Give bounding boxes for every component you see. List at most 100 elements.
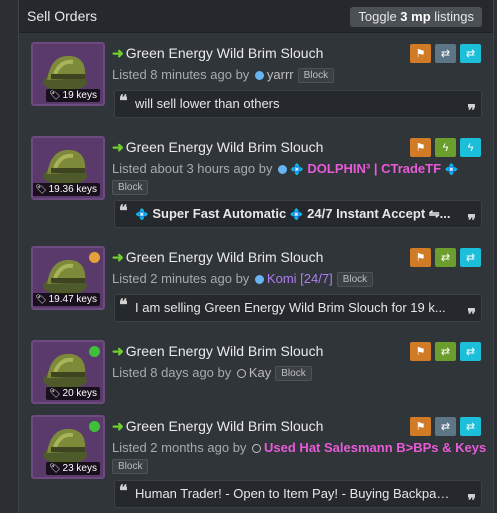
price-tag: 🏷 19.47 keys [33, 293, 100, 306]
tag-icon: 🏷 [35, 294, 47, 304]
comment-text: Human Trader! - Open to Item Pay! - Buyi… [135, 486, 453, 501]
price-value: 19.36 keys [48, 184, 97, 195]
block-button[interactable]: Block [112, 459, 149, 475]
username-link[interactable]: Komi [24/7] [267, 271, 333, 286]
listing-meta: Listed 8 days ago by Kay Block [112, 365, 312, 382]
listing-actions: ⚑ ϟ ϟ [410, 138, 481, 157]
price-tag: 🏷 19 keys [46, 89, 100, 102]
listing-meta: Listed about 3 hours ago by 💠 DOLPHIN³ |… [112, 161, 458, 176]
listing-meta: Listed 2 minutes ago by Komi [24/7] Block [112, 271, 374, 288]
item-name: Green Energy Wild Brim Slouch [125, 139, 324, 155]
exchange-icon[interactable]: ⇄ [435, 342, 456, 361]
instant-trade-icon[interactable]: ⇄ [460, 342, 481, 361]
username-link[interactable]: Used Hat Salesmann B>BPs & Keys [264, 440, 486, 455]
listing-comment: ❝ 💠 Super Fast Automatic 💠 24/7 Instant A… [114, 200, 482, 230]
block-button[interactable]: Block [336, 272, 374, 288]
toggle-mp-listings-button[interactable]: Toggle 3 mp listings [350, 7, 482, 27]
arrow-right-icon: ➜ [112, 139, 124, 155]
username-link[interactable]: DOLPHIN³ | CTradeTF [307, 161, 441, 176]
quote-close-icon: ❞ [467, 213, 476, 230]
exchange-icon[interactable]: ⇄ [435, 417, 456, 436]
listed-time: Listed 8 days ago by [112, 365, 235, 380]
listing-comment: ❝ will sell lower than others ❞ [114, 90, 482, 120]
user-status-icon [278, 164, 288, 174]
item-name: Green Energy Wild Brim Slouch [125, 418, 324, 434]
user-status-icon [236, 368, 246, 378]
status-dot [89, 421, 100, 432]
item-thumbnail[interactable]: 🏷 20 keys [31, 340, 105, 404]
sell-orders-panel: Sell Orders Toggle 3 mp listings 🏷 19 key… [18, 0, 494, 513]
comment-text: I am selling Green Energy Wild Brim Slou… [135, 300, 446, 315]
exchange-icon[interactable]: ⇄ [435, 248, 456, 267]
lightning-icon[interactable]: ϟ [435, 138, 456, 157]
comment-text: 💠 Super Fast Automatic 💠 24/7 Instant Ac… [135, 206, 453, 222]
flag-icon[interactable]: ⚑ [410, 248, 431, 267]
quote-icon: ❝ [119, 483, 128, 500]
price-tag: 🏷 20 keys [46, 387, 100, 400]
item-title[interactable]: ➜ Green Energy Wild Brim Slouch [112, 45, 323, 62]
block-line: Block [112, 458, 149, 476]
exchange-icon[interactable]: ⇄ [435, 44, 456, 63]
listing-meta: Listed 2 months ago by Used Hat Salesman… [112, 440, 486, 455]
item-title[interactable]: ➜ Green Energy Wild Brim Slouch [112, 249, 323, 266]
status-dot [89, 252, 100, 263]
listing-row: 🏷 19.47 keys ➜ Green Energy Wild Brim Slou… [19, 246, 493, 326]
listing-actions: ⚑ ⇄ ⇄ [410, 248, 481, 267]
item-name: Green Energy Wild Brim Slouch [125, 343, 324, 359]
instant-trade-icon[interactable]: ⇄ [460, 417, 481, 436]
panel-title: Sell Orders [27, 8, 98, 24]
quote-icon: ❝ [119, 297, 128, 314]
comment-part-1: Super Fast Automatic [152, 206, 287, 221]
panel-header: Sell Orders Toggle 3 mp listings [19, 0, 493, 33]
flag-icon[interactable]: ⚑ [410, 417, 431, 436]
arrow-right-icon: ➜ [112, 343, 124, 359]
listing-row: 🏷 23 keys ➜ Green Energy Wild Brim Slouch … [19, 415, 493, 511]
comment-part-2: 24/7 Instant Accept ⇋... [307, 206, 451, 221]
user-status-icon [254, 70, 264, 80]
toggle-count: 3 mp [400, 9, 431, 24]
username-link[interactable]: Kay [249, 365, 271, 380]
item-thumbnail[interactable]: 🏷 23 keys [31, 415, 105, 479]
listing-comment: ❝ I am selling Green Energy Wild Brim Slo… [114, 294, 482, 324]
arrow-right-icon: ➜ [112, 45, 124, 61]
user-status-icon [254, 274, 264, 284]
flag-icon[interactable]: ⚑ [410, 138, 431, 157]
flag-icon[interactable]: ⚑ [410, 342, 431, 361]
listing-row: 🏷 19 keys ➜ Green Energy Wild Brim Slouch … [19, 42, 493, 122]
listed-time: Listed about 3 hours ago by [112, 161, 277, 176]
listed-time: Listed 2 minutes ago by [112, 271, 253, 286]
listing-row: 🏷 19.36 keys ➜ Green Energy Wild Brim Slou… [19, 136, 493, 230]
price-value: 19.47 keys [48, 294, 97, 305]
quote-icon: ❝ [119, 203, 128, 220]
item-thumbnail[interactable]: 🏷 19 keys [31, 42, 105, 106]
block-button[interactable]: Block [275, 366, 312, 382]
block-button[interactable]: Block [112, 180, 149, 196]
item-thumbnail[interactable]: 🏷 19.47 keys [31, 246, 105, 310]
item-title[interactable]: ➜ Green Energy Wild Brim Slouch [112, 418, 323, 435]
listing-meta: Listed 8 minutes ago by yarrr Block [112, 67, 335, 84]
instant-trade-icon[interactable]: ⇄ [460, 248, 481, 267]
username-link[interactable]: yarrr [267, 67, 294, 82]
arrow-right-icon: ➜ [112, 249, 124, 265]
user-status-icon [252, 443, 262, 453]
arrow-right-icon: ➜ [112, 418, 124, 434]
price-value: 23 keys [62, 463, 97, 474]
flag-icon[interactable]: ⚑ [410, 44, 431, 63]
item-thumbnail[interactable]: 🏷 19.36 keys [31, 136, 105, 200]
price-tag: 🏷 23 keys [46, 462, 100, 475]
listing-comment: ❝ Human Trader! - Open to Item Pay! - Buy… [114, 480, 482, 510]
quote-close-icon: ❞ [467, 307, 476, 324]
diamond-icon: 💠 [444, 164, 459, 176]
tag-icon: 🏷 [49, 388, 61, 398]
comment-text: will sell lower than others [135, 96, 280, 111]
listed-time: Listed 2 months ago by [112, 440, 251, 455]
toggle-suffix: listings [430, 9, 474, 24]
listing-actions: ⚑ ⇄ ⇄ [410, 44, 481, 63]
diamond-icon: 💠 [289, 209, 304, 221]
lightning-icon[interactable]: ϟ [460, 138, 481, 157]
diamond-icon: 💠 [290, 164, 304, 176]
block-button[interactable]: Block [297, 68, 335, 84]
item-title[interactable]: ➜ Green Energy Wild Brim Slouch [112, 343, 323, 360]
instant-trade-icon[interactable]: ⇄ [460, 44, 481, 63]
item-title[interactable]: ➜ Green Energy Wild Brim Slouch [112, 139, 323, 156]
